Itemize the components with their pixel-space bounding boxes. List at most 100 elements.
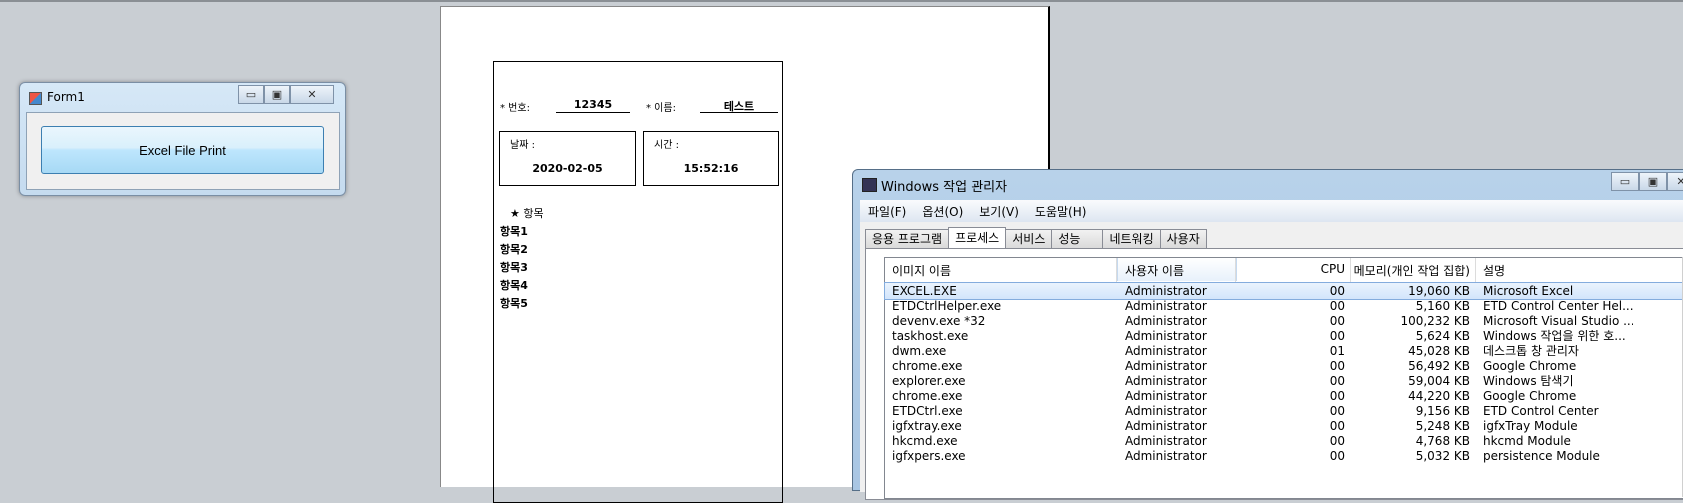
column-separator[interactable]	[1116, 258, 1117, 282]
table-row[interactable]: ETDCtrl.exe Administrator 00 9,156 KB ETD Co…	[885, 403, 1683, 419]
table-row[interactable]: EXCEL.EXE Administrator 00 19,060 KB Microso…	[884, 282, 1683, 300]
process-cpu: 00	[1329, 359, 1345, 373]
tab-services[interactable]: 서비스	[1005, 229, 1053, 248]
process-image-name: taskhost.exe	[892, 329, 969, 343]
process-description: ETD Control Center Hel...	[1483, 299, 1633, 313]
task-manager-body: 응용 프로그램 프로세스 서비스 성능 네트워킹 사용자 이미지 이름 사용자 …	[860, 222, 1683, 500]
table-row[interactable]: hkcmd.exe Administrator 00 4,768 KB hkcmd Mo…	[885, 433, 1683, 449]
process-cpu: 00	[1329, 374, 1345, 388]
process-image-name: dwm.exe	[892, 344, 947, 358]
time-box: 시간 : 15:52:16	[643, 131, 779, 186]
process-image-name: chrome.exe	[892, 389, 963, 403]
process-user-name: Administrator	[1125, 389, 1207, 403]
list-item: 항목1	[500, 225, 528, 238]
column-memory[interactable]: 메모리(개인 작업 집합)	[1345, 262, 1470, 279]
tab-applications[interactable]: 응용 프로그램	[865, 229, 950, 248]
table-header: 이미지 이름 사용자 이름 CPU 메모리(개인 작업 집합) 설명	[885, 258, 1683, 283]
process-description: Microsoft Visual Studio ...	[1483, 314, 1633, 328]
table-row[interactable]: explorer.exe Administrator 00 59,004 KB Wind…	[885, 373, 1683, 389]
process-description: Google Chrome	[1483, 359, 1577, 373]
process-cpu: 00	[1329, 389, 1345, 403]
task-manager-icon	[862, 178, 877, 192]
items-header: ★ 항목	[510, 207, 544, 220]
process-table: 이미지 이름 사용자 이름 CPU 메모리(개인 작업 집합) 설명 EXCEL…	[884, 257, 1683, 499]
table-row[interactable]: chrome.exe Administrator 00 56,492 KB Google…	[885, 358, 1683, 374]
process-memory: 19,060 KB	[1408, 284, 1470, 298]
process-image-name: explorer.exe	[892, 374, 966, 388]
process-cpu: 00	[1329, 299, 1345, 313]
process-cpu: 01	[1329, 344, 1345, 358]
process-cpu: 00	[1329, 404, 1345, 418]
table-row[interactable]: chrome.exe Administrator 00 44,220 KB Google…	[885, 388, 1683, 404]
excel-file-print-button[interactable]: Excel File Print	[41, 126, 324, 174]
tab-processes[interactable]: 프로세스	[948, 227, 1007, 248]
tab-users[interactable]: 사용자	[1159, 229, 1207, 248]
processes-tab-page: 이미지 이름 사용자 이름 CPU 메모리(개인 작업 집합) 설명 EXCEL…	[865, 248, 1683, 500]
process-memory: 4,768 KB	[1415, 434, 1470, 448]
process-user-name: Administrator	[1125, 299, 1207, 313]
tab-networking[interactable]: 네트워킹	[1102, 229, 1161, 248]
minimize-icon[interactable]: ▭	[1611, 172, 1639, 191]
table-row[interactable]: devenv.exe *32 Administrator 00 100,232 KB M…	[885, 313, 1683, 329]
process-image-name: ETDCtrl.exe	[892, 404, 963, 418]
process-user-name: Administrator	[1125, 344, 1207, 358]
process-user-name: Administrator	[1125, 419, 1207, 433]
column-user-name[interactable]: 사용자 이름	[1125, 262, 1184, 279]
process-cpu: 00	[1329, 434, 1345, 448]
task-manager-title: Windows 작업 관리자	[881, 180, 1008, 195]
column-separator[interactable]	[1235, 258, 1236, 282]
process-user-name: Administrator	[1125, 449, 1207, 463]
table-row[interactable]: ETDCtrlHelper.exe Administrator 00 5,160 KB…	[885, 298, 1683, 314]
process-cpu: 00	[1329, 329, 1345, 343]
time-value: 15:52:16	[683, 162, 739, 175]
table-row[interactable]: igfxpers.exe Administrator 00 5,032 KB persi…	[885, 448, 1683, 464]
menu-view[interactable]: 보기(V)	[979, 203, 1019, 220]
number-value: 12345	[556, 98, 630, 113]
form-app-icon	[29, 92, 42, 105]
process-image-name: igfxtray.exe	[892, 419, 962, 433]
items-list: ★ 항목 항목1 항목2 항목3 항목4 항목5	[500, 205, 544, 313]
minimize-icon[interactable]: ▭	[238, 85, 264, 104]
menu-options[interactable]: 옵션(O)	[922, 203, 963, 220]
menu-bar: 파일(F) 옵션(O) 보기(V) 도움말(H)	[860, 200, 1683, 222]
process-memory: 5,248 KB	[1415, 419, 1470, 433]
process-memory: 9,156 KB	[1415, 404, 1470, 418]
column-description[interactable]: 설명	[1483, 262, 1505, 279]
name-label: * 이름:	[646, 103, 676, 114]
menu-file[interactable]: 파일(F)	[868, 203, 906, 220]
process-image-name: igfxpers.exe	[892, 449, 966, 463]
close-icon[interactable]: ✕	[290, 85, 334, 104]
menu-help[interactable]: 도움말(H)	[1035, 203, 1087, 220]
process-cpu: 00	[1329, 419, 1345, 433]
column-separator[interactable]	[1475, 258, 1476, 282]
maximize-icon[interactable]: ▣	[264, 85, 290, 104]
process-description: ETD Control Center	[1483, 404, 1599, 418]
close-icon[interactable]: ✕	[1667, 172, 1683, 191]
table-row[interactable]: dwm.exe Administrator 01 45,028 KB 데스크톱 창 관리…	[885, 343, 1683, 359]
process-image-name: chrome.exe	[892, 359, 963, 373]
form1-client-area: Excel File Print	[26, 112, 340, 190]
process-description: igfxTray Module	[1483, 419, 1578, 433]
column-image-name[interactable]: 이미지 이름	[892, 262, 951, 279]
process-memory: 5,160 KB	[1415, 299, 1470, 313]
process-description: Google Chrome	[1483, 389, 1577, 403]
process-image-name: EXCEL.EXE	[892, 284, 957, 298]
process-user-name: Administrator	[1125, 284, 1207, 298]
time-label: 시간 :	[654, 140, 679, 151]
table-row[interactable]: igfxtray.exe Administrator 00 5,248 KB igfxT…	[885, 418, 1683, 434]
process-memory: 100,232 KB	[1400, 314, 1470, 328]
column-cpu[interactable]: CPU	[1315, 262, 1345, 276]
process-user-name: Administrator	[1125, 374, 1207, 388]
maximize-icon[interactable]: ▣	[1639, 172, 1667, 191]
number-label: * 번호:	[500, 103, 530, 114]
name-value: 테스트	[700, 98, 778, 113]
process-user-name: Administrator	[1125, 314, 1207, 328]
table-row[interactable]: taskhost.exe Administrator 00 5,624 KB Windo…	[885, 328, 1683, 344]
process-memory: 56,492 KB	[1408, 359, 1470, 373]
tab-performance[interactable]: 성능	[1051, 229, 1104, 248]
process-cpu: 00	[1329, 314, 1345, 328]
process-image-name: devenv.exe *32	[892, 314, 986, 328]
date-label: 날짜 :	[510, 140, 535, 151]
list-item: 항목2	[500, 243, 528, 256]
process-memory: 44,220 KB	[1408, 389, 1470, 403]
